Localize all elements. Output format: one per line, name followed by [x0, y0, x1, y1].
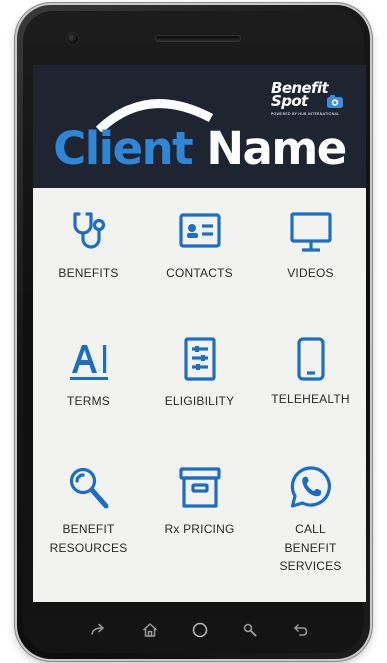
stethoscope-icon: [73, 212, 106, 249]
contact-card-icon: [179, 213, 221, 248]
tile-label: VIDEOS: [287, 266, 334, 280]
camera-badge-icon: [327, 95, 343, 108]
app-screenshot: Client Name Benefit Spot POWERED BY HUB …: [0, 0, 387, 663]
tile-label: ELIGIBILITY: [164, 394, 235, 408]
logo-line-2: Spot: [271, 92, 308, 110]
earpiece-speaker: [156, 36, 240, 41]
client-name-title: Client Name: [33, 123, 366, 175]
logo-tagline: POWERED BY HUB INTERNATIONAL: [271, 112, 340, 116]
smartphone-icon: [297, 337, 325, 381]
tile-label: CONTACTS: [166, 266, 233, 280]
archive-box-icon: [179, 467, 221, 508]
tile-label: BENEFIT RESOURCES: [49, 522, 128, 555]
tile-label: TELEHEALTH: [271, 392, 350, 406]
magnifier-icon: [69, 467, 109, 509]
tile-label: BENEFITS: [58, 266, 119, 280]
app-screen: Client Name Benefit Spot POWERED BY HUB …: [33, 65, 366, 602]
tile-label: TERMS: [67, 394, 110, 408]
client-name-word-2: Name: [206, 122, 347, 175]
whatsapp-phone-icon: [290, 466, 331, 508]
back-icon[interactable]: [290, 620, 310, 640]
text-format-icon: [70, 345, 108, 380]
home-icon[interactable]: [140, 620, 160, 640]
tile-label: CALL BENEFIT SERVICES: [279, 522, 342, 573]
tile-label: Rx PRICING: [164, 522, 235, 536]
circle-home-icon[interactable]: [190, 620, 210, 640]
device-navbar: [33, 611, 366, 649]
share-icon[interactable]: [89, 620, 109, 640]
benefit-spot-logo: Benefit Spot POWERED BY HUB INTERNATIONA…: [271, 81, 347, 121]
search-icon[interactable]: [240, 620, 260, 640]
front-camera: [67, 33, 78, 44]
client-name-word-1: Client: [53, 122, 193, 175]
monitor-icon: [290, 212, 332, 252]
header-banner: Client Name Benefit Spot POWERED BY HUB …: [33, 65, 366, 188]
checklist-icon: [184, 337, 216, 381]
